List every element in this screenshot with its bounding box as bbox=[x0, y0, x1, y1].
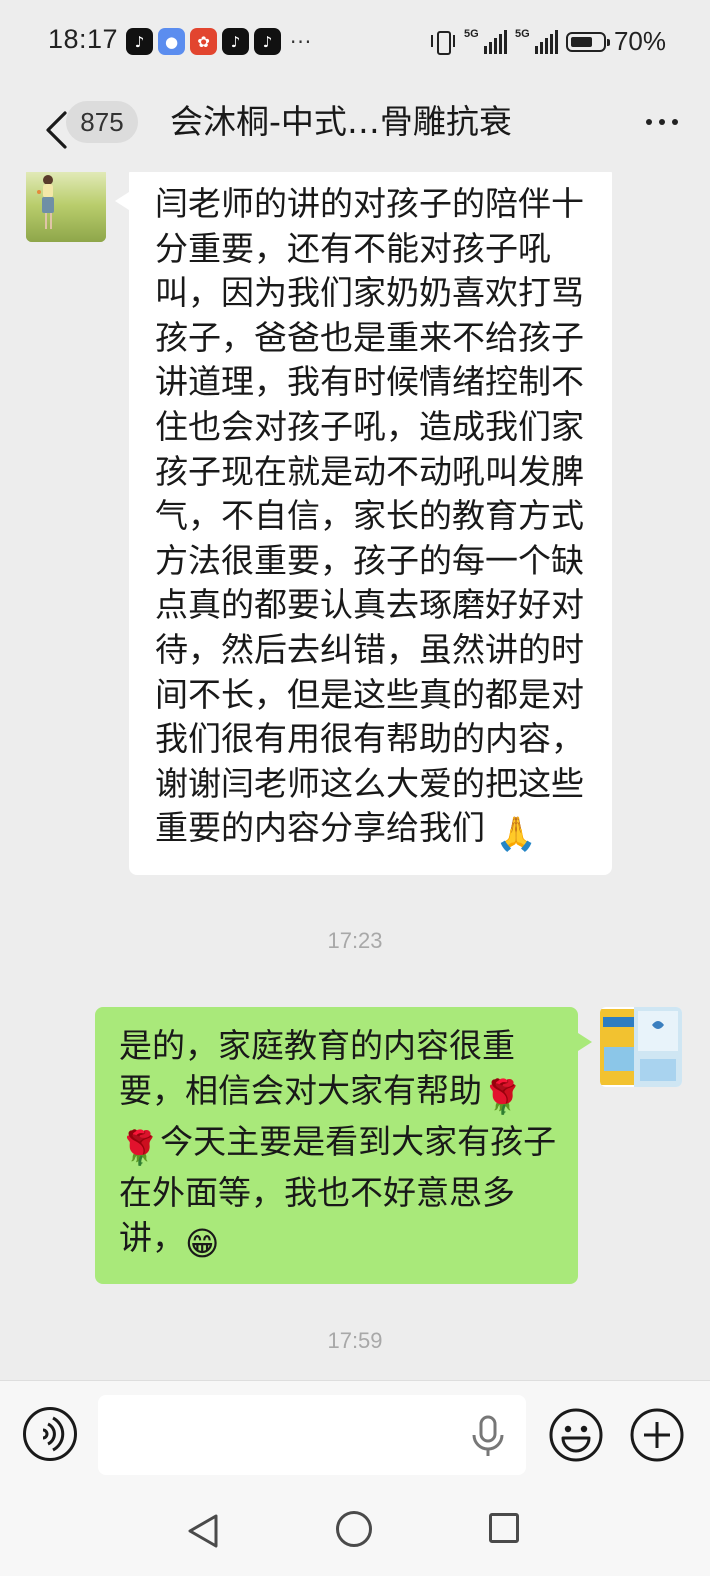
emoji-icon[interactable] bbox=[548, 1407, 604, 1463]
girl-in-field-image bbox=[26, 172, 106, 242]
rose-emoji-icon: 🌹 bbox=[482, 1077, 524, 1116]
more-dots-icon bbox=[646, 119, 652, 125]
tiktok-icon: ♪ bbox=[126, 28, 153, 55]
tiktok-icon: ♪ bbox=[222, 28, 249, 55]
chat-title: 会沐桐-中式…骨雕抗衰 bbox=[170, 102, 512, 141]
battery-icon bbox=[565, 31, 610, 52]
battery-fill bbox=[570, 36, 592, 47]
nav-recents-icon[interactable] bbox=[489, 1513, 519, 1543]
grin-emoji-icon: 😁 bbox=[185, 1224, 220, 1263]
signal-icon: 5G bbox=[463, 27, 507, 54]
chevron-left-icon bbox=[46, 111, 67, 149]
pray-emoji-icon: 🙏 bbox=[495, 814, 537, 854]
sent-message-bubble[interactable]: 是的，家庭教育的内容很重要，相信会对大家有帮助🌹🌹今天主要是看到大家有孩子在外面… bbox=[95, 1007, 592, 1284]
message-text-input[interactable] bbox=[98, 1395, 526, 1475]
status-indicators: 5G 5G 70% bbox=[430, 26, 666, 57]
message-text: 是的，家庭教育的内容很重要，相信会对大家有帮助 bbox=[119, 1026, 515, 1110]
notification-icons: ♪ ● ✿ ♪ ♪ ··· bbox=[126, 28, 312, 55]
rose-emoji-icon: 🌹 bbox=[119, 1128, 161, 1167]
voice-input-icon bbox=[42, 1416, 65, 1452]
message-text: 闫老师的讲的对孩子的陪伴十分重要，还有不能对孩子吼叫，因为我们家奶奶喜欢打骂孩子… bbox=[155, 184, 584, 848]
network-type-label: 5G bbox=[514, 27, 530, 40]
tiktok-icon: ♪ bbox=[254, 28, 281, 55]
battery-percent: 70% bbox=[613, 26, 666, 56]
system-navigation-bar bbox=[0, 1489, 710, 1576]
plus-icon[interactable] bbox=[629, 1407, 685, 1463]
network-type-label: 5G bbox=[463, 27, 479, 40]
more-notifications-icon: ··· bbox=[290, 29, 313, 54]
chat-message-list[interactable]: 闫老师的讲的对孩子的陪伴十分重要，还有不能对孩子吼叫，因为我们家奶奶喜欢打骂孩子… bbox=[0, 172, 710, 1382]
unread-count-badge[interactable]: 875 bbox=[66, 101, 138, 143]
nav-home-icon[interactable] bbox=[336, 1511, 372, 1547]
message-timestamp: 17:59 bbox=[327, 1328, 383, 1353]
vibrate-icon bbox=[430, 30, 456, 55]
red-app-icon: ✿ bbox=[190, 28, 217, 55]
message-input-bar bbox=[0, 1380, 710, 1489]
signal-icon: 5G bbox=[514, 27, 558, 54]
chat-header: 875 会沐桐-中式…骨雕抗衰 bbox=[0, 86, 710, 172]
my-avatar[interactable] bbox=[600, 1007, 682, 1087]
voice-input-button[interactable] bbox=[23, 1407, 77, 1461]
more-options-button[interactable] bbox=[636, 104, 688, 140]
status-bar: 18:17 ♪ ● ✿ ♪ ♪ ··· 5G 5G 70% bbox=[0, 0, 710, 86]
messages-icon: ● bbox=[158, 28, 185, 55]
sender-avatar[interactable] bbox=[26, 172, 106, 242]
book-covers-image bbox=[600, 1007, 682, 1087]
received-message-bubble[interactable]: 闫老师的讲的对孩子的陪伴十分重要，还有不能对孩子吼叫，因为我们家奶奶喜欢打骂孩子… bbox=[115, 172, 612, 875]
message-timestamp: 17:23 bbox=[327, 928, 383, 953]
nav-back-icon[interactable] bbox=[184, 1511, 224, 1551]
status-time: 18:17 bbox=[48, 24, 119, 54]
microphone-icon[interactable] bbox=[470, 1415, 506, 1457]
